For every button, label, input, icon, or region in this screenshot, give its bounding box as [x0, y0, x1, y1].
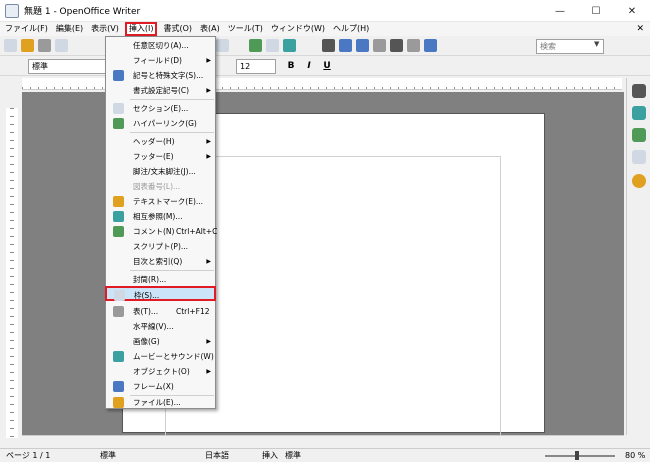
- menu-item-footnote[interactable]: 脚注/文末脚注(J)...: [106, 164, 215, 179]
- zoom-slider[interactable]: [545, 455, 615, 457]
- language: 日本語: [205, 451, 229, 460]
- horizontal-scrollbar[interactable]: [22, 435, 624, 445]
- menu-item-caption: 図表番号(L)...: [133, 182, 181, 191]
- hyperlink-icon: [113, 118, 124, 129]
- redo-icon[interactable]: [216, 39, 229, 52]
- page-style: 標準: [100, 451, 116, 460]
- special-character-icon: [113, 70, 124, 81]
- new-document-icon[interactable]: [4, 39, 17, 52]
- page-count: ページ 1 / 1: [6, 451, 51, 460]
- underline-button[interactable]: U: [320, 59, 334, 73]
- show-draw-functions-icon[interactable]: [283, 39, 296, 52]
- menu-item-header[interactable]: ヘッダー(H) ▶: [106, 134, 215, 149]
- title-bar: 無題 1 - OpenOffice Writer — ☐ ✕: [0, 0, 650, 22]
- menu-help[interactable]: ヘルプ(H): [331, 23, 371, 35]
- menu-item-indexes-tables[interactable]: 目次と索引(Q) ▶: [106, 254, 215, 269]
- menu-item-formatting-mark[interactable]: 書式設定記号(C) ▶: [106, 83, 215, 98]
- menu-item-section[interactable]: セクション(E)...: [106, 101, 215, 116]
- email-icon[interactable]: [55, 39, 68, 52]
- insert-menu-dropdown: 任意区切り(A)... フィールド(D) ▶ 記号と特殊文字(S)... 書式設定…: [105, 36, 217, 410]
- menu-item-fields[interactable]: フィールド(D) ▶: [106, 53, 215, 68]
- menu-item-horizontal-line[interactable]: 水平線(V)...: [106, 319, 215, 334]
- sidebar: [626, 78, 650, 435]
- formatting-marks-icon[interactable]: [390, 39, 403, 52]
- selection-mode[interactable]: 標準: [285, 450, 301, 462]
- table-icon: [113, 306, 124, 317]
- properties-icon[interactable]: [632, 106, 646, 120]
- menu-item-script[interactable]: スクリプト(P)...: [106, 239, 215, 254]
- section-icon: [113, 103, 124, 114]
- menu-item-movie-sound[interactable]: ムービーとサウンド(W): [106, 349, 215, 364]
- menu-item-hyperlink[interactable]: ハイパーリンク(G): [106, 116, 215, 131]
- menu-insert[interactable]: 挿入(I): [124, 22, 158, 36]
- help-icon[interactable]: [424, 39, 437, 52]
- menu-item-object[interactable]: オブジェクト(O) ▶: [106, 364, 215, 379]
- zoom-icon[interactable]: [407, 39, 420, 52]
- menu-edit[interactable]: 編集(E): [54, 23, 85, 35]
- hyperlink-icon[interactable]: [249, 39, 262, 52]
- cross-reference-icon: [113, 211, 124, 222]
- frame-icon: [114, 290, 125, 301]
- menu-item-manual-break[interactable]: 任意区切り(A)...: [106, 38, 215, 53]
- search-dropdown-arrow-icon[interactable]: ▼: [594, 40, 599, 48]
- zoom-slider-thumb[interactable]: [575, 451, 579, 460]
- file-icon: [113, 397, 124, 408]
- bookmark-icon: [113, 196, 124, 207]
- menu-bar: ファイル(F) 編集(E) 表示(V) 挿入(I) 書式(O) 表(A) ツール…: [0, 22, 650, 36]
- sidebar-menu-icon[interactable]: [632, 84, 646, 98]
- styles-icon[interactable]: [632, 128, 646, 142]
- menu-item-footer[interactable]: フッター(E) ▶: [106, 149, 215, 164]
- data-sources-icon[interactable]: [373, 39, 386, 52]
- menu-item-special-character[interactable]: 記号と特殊文字(S)...: [106, 68, 215, 83]
- status-bar: ページ 1 / 1 標準 日本語 挿入 標準 80 %: [0, 448, 650, 462]
- save-icon[interactable]: [38, 39, 51, 52]
- gallery-icon[interactable]: [356, 39, 369, 52]
- writer-app-icon: [5, 3, 19, 18]
- menu-item-table[interactable]: 表(T)... Ctrl+F12: [106, 304, 215, 319]
- menu-table[interactable]: 表(A): [198, 23, 222, 35]
- open-icon[interactable]: [21, 39, 34, 52]
- menu-item-cross-reference[interactable]: 相互参照(M)...: [106, 209, 215, 224]
- navigator-icon[interactable]: [632, 174, 646, 188]
- menu-tools[interactable]: ツール(T): [226, 23, 265, 35]
- minimize-button[interactable]: —: [542, 0, 578, 22]
- menu-window[interactable]: ウィンドウ(W): [269, 23, 327, 35]
- menu-item-frame[interactable]: 枠(S)...: [105, 286, 216, 301]
- menu-item-comment[interactable]: コメント(N) Ctrl+Alt+C: [106, 224, 217, 239]
- movie-sound-icon: [113, 351, 124, 362]
- menu-item-floating-frame[interactable]: フレーム(X): [106, 379, 215, 394]
- menu-item-bookmark[interactable]: テキストマーク(E)...: [106, 194, 215, 209]
- paragraph-style-select[interactable]: 標準: [28, 59, 108, 74]
- floating-frame-icon: [113, 381, 124, 392]
- menu-item-envelope[interactable]: 封筒(R)...: [106, 272, 215, 287]
- menu-view[interactable]: 表示(V): [89, 23, 121, 35]
- gallery-icon[interactable]: [632, 150, 646, 164]
- comment-icon: [113, 226, 124, 237]
- close-document-icon[interactable]: ✕: [636, 22, 644, 36]
- maximize-button[interactable]: ☐: [578, 0, 614, 22]
- find-replace-icon[interactable]: [322, 39, 335, 52]
- italic-button[interactable]: I: [302, 59, 316, 73]
- menu-file[interactable]: ファイル(F): [3, 23, 50, 35]
- menu-item-file[interactable]: ファイル(E)...: [106, 395, 215, 410]
- menu-format[interactable]: 書式(O): [161, 23, 194, 35]
- vertical-ruler[interactable]: [6, 108, 18, 438]
- navigator-icon[interactable]: [339, 39, 352, 52]
- window-title: 無題 1 - OpenOffice Writer: [24, 7, 141, 17]
- menu-item-picture[interactable]: 画像(G) ▶: [106, 334, 215, 349]
- bold-button[interactable]: B: [284, 59, 298, 73]
- insert-mode[interactable]: 挿入: [262, 450, 278, 462]
- table-icon[interactable]: [266, 39, 279, 52]
- zoom-level: 80 %: [625, 451, 646, 460]
- font-size-select[interactable]: 12: [236, 59, 276, 74]
- close-button[interactable]: ✕: [614, 0, 650, 22]
